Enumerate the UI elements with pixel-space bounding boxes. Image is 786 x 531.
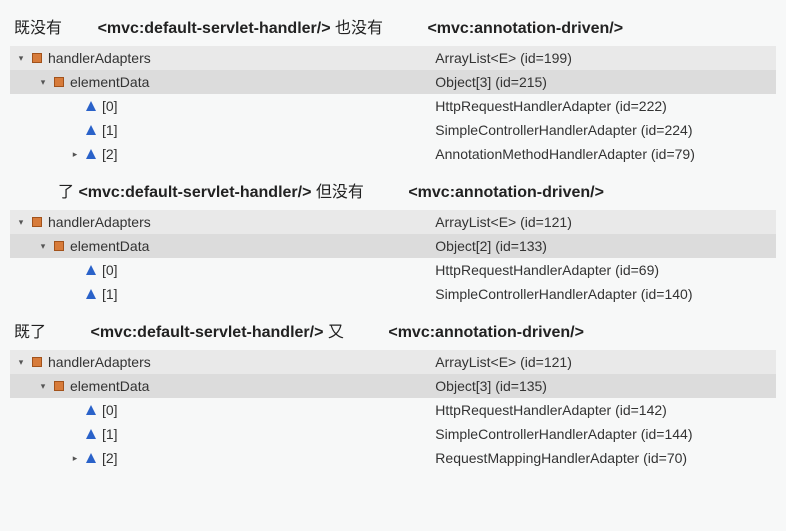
- tree-node-value: HttpRequestHandlerAdapter (id=222): [431, 94, 776, 118]
- tree-node-label: [2]: [102, 450, 118, 466]
- object-icon: [32, 217, 42, 227]
- caption-3-tag-1: <mvc:default-servlet-handler/>: [90, 324, 323, 342]
- caption-3-tag-2: <mvc:annotation-driven/>: [388, 324, 584, 342]
- caption-2-text-b: 但没有: [311, 178, 363, 202]
- tree-node-value: RequestMappingHandlerAdapter (id=70): [431, 446, 776, 470]
- expand-toggle-icon[interactable]: ▸: [70, 149, 80, 159]
- tree-row[interactable]: ▾ handlerAdapters ArrayList<E> (id=199): [10, 46, 776, 70]
- tree-node-label: elementData: [70, 74, 149, 90]
- element-icon: [86, 265, 96, 275]
- tree-row[interactable]: ▾ elementData Object[3] (id=135): [10, 374, 776, 398]
- tree-row[interactable]: ▸ [1] SimpleControllerHandlerAdapter (id…: [10, 282, 776, 306]
- tree-node-value: HttpRequestHandlerAdapter (id=69): [431, 258, 776, 282]
- tree-node-label: [1]: [102, 286, 118, 302]
- object-icon: [54, 241, 64, 251]
- tree-node-label: handlerAdapters: [48, 354, 151, 370]
- tree-row[interactable]: ▸ [0] HttpRequestHandlerAdapter (id=142): [10, 398, 776, 422]
- tree-row[interactable]: ▸ [2] AnnotationMethodHandlerAdapter (id…: [10, 142, 776, 166]
- tree-node-value: AnnotationMethodHandlerAdapter (id=79): [431, 142, 776, 166]
- variables-panel-1: ▾ handlerAdapters ArrayList<E> (id=199) …: [10, 46, 776, 166]
- caption-1-text-b: 也没有: [331, 14, 383, 38]
- element-icon: [86, 289, 96, 299]
- expand-toggle-icon[interactable]: ▾: [38, 381, 48, 391]
- caption-1-text-a: 既没有: [14, 14, 62, 38]
- tree-node-value: ArrayList<E> (id=199): [431, 46, 776, 70]
- expand-toggle-icon[interactable]: ▾: [16, 53, 26, 63]
- tree-node-value: SimpleControllerHandlerAdapter (id=140): [431, 282, 776, 306]
- expand-toggle-icon[interactable]: ▾: [38, 77, 48, 87]
- tree-node-label: handlerAdapters: [48, 50, 151, 66]
- expand-toggle-icon[interactable]: ▾: [38, 241, 48, 251]
- caption-2-text-a: 了: [58, 178, 78, 202]
- tree-row[interactable]: ▸ [0] HttpRequestHandlerAdapter (id=69): [10, 258, 776, 282]
- tree-node-label: elementData: [70, 378, 149, 394]
- element-icon: [86, 429, 96, 439]
- caption-3-text-b: 又: [323, 318, 343, 342]
- caption-1: 既没有 <mvc:default-servlet-handler/> 也没有 <…: [10, 8, 776, 46]
- tree-node-value: ArrayList<E> (id=121): [431, 210, 776, 234]
- element-icon: [86, 405, 96, 415]
- caption-3: 既了 <mvc:default-servlet-handler/> 又 <mvc…: [10, 312, 776, 350]
- caption-2: 了 <mvc:default-servlet-handler/> 但没有 <mv…: [10, 172, 776, 210]
- tree-node-value: Object[3] (id=215): [431, 70, 776, 94]
- object-icon: [54, 381, 64, 391]
- caption-2-tag-1: <mvc:default-servlet-handler/>: [78, 184, 311, 202]
- element-icon: [86, 125, 96, 135]
- element-icon: [86, 149, 96, 159]
- tree-node-value: HttpRequestHandlerAdapter (id=142): [431, 398, 776, 422]
- tree-row[interactable]: ▾ handlerAdapters ArrayList<E> (id=121): [10, 350, 776, 374]
- expand-toggle-icon[interactable]: ▾: [16, 357, 26, 367]
- tree-node-value: ArrayList<E> (id=121): [431, 350, 776, 374]
- tree-node-value: SimpleControllerHandlerAdapter (id=224): [431, 118, 776, 142]
- tree-node-label: [2]: [102, 146, 118, 162]
- tree-node-label: [0]: [102, 98, 118, 114]
- object-icon: [32, 53, 42, 63]
- tree-node-value: SimpleControllerHandlerAdapter (id=144): [431, 422, 776, 446]
- tree-node-label: [1]: [102, 426, 118, 442]
- tree-node-value: Object[3] (id=135): [431, 374, 776, 398]
- object-icon: [32, 357, 42, 367]
- tree-row[interactable]: ▾ elementData Object[2] (id=133): [10, 234, 776, 258]
- caption-3-text-a: 既了: [14, 318, 46, 342]
- tree-node-value: Object[2] (id=133): [431, 234, 776, 258]
- caption-1-tag-1: <mvc:default-servlet-handler/>: [98, 20, 331, 38]
- tree-node-label: [1]: [102, 122, 118, 138]
- variables-panel-2: ▾ handlerAdapters ArrayList<E> (id=121) …: [10, 210, 776, 306]
- tree-node-label: [0]: [102, 402, 118, 418]
- tree-row[interactable]: ▾ elementData Object[3] (id=215): [10, 70, 776, 94]
- element-icon: [86, 453, 96, 463]
- tree-node-label: [0]: [102, 262, 118, 278]
- tree-row[interactable]: ▸ [1] SimpleControllerHandlerAdapter (id…: [10, 118, 776, 142]
- variables-panel-3: ▾ handlerAdapters ArrayList<E> (id=121) …: [10, 350, 776, 470]
- element-icon: [86, 101, 96, 111]
- tree-row[interactable]: ▸ [1] SimpleControllerHandlerAdapter (id…: [10, 422, 776, 446]
- expand-toggle-icon[interactable]: ▸: [70, 453, 80, 463]
- tree-row[interactable]: ▸ [0] HttpRequestHandlerAdapter (id=222): [10, 94, 776, 118]
- caption-1-tag-2: <mvc:annotation-driven/>: [427, 20, 623, 38]
- object-icon: [54, 77, 64, 87]
- tree-node-label: elementData: [70, 238, 149, 254]
- caption-2-tag-2: <mvc:annotation-driven/>: [408, 184, 604, 202]
- expand-toggle-icon[interactable]: ▾: [16, 217, 26, 227]
- tree-row[interactable]: ▾ handlerAdapters ArrayList<E> (id=121): [10, 210, 776, 234]
- tree-node-label: handlerAdapters: [48, 214, 151, 230]
- tree-row[interactable]: ▸ [2] RequestMappingHandlerAdapter (id=7…: [10, 446, 776, 470]
